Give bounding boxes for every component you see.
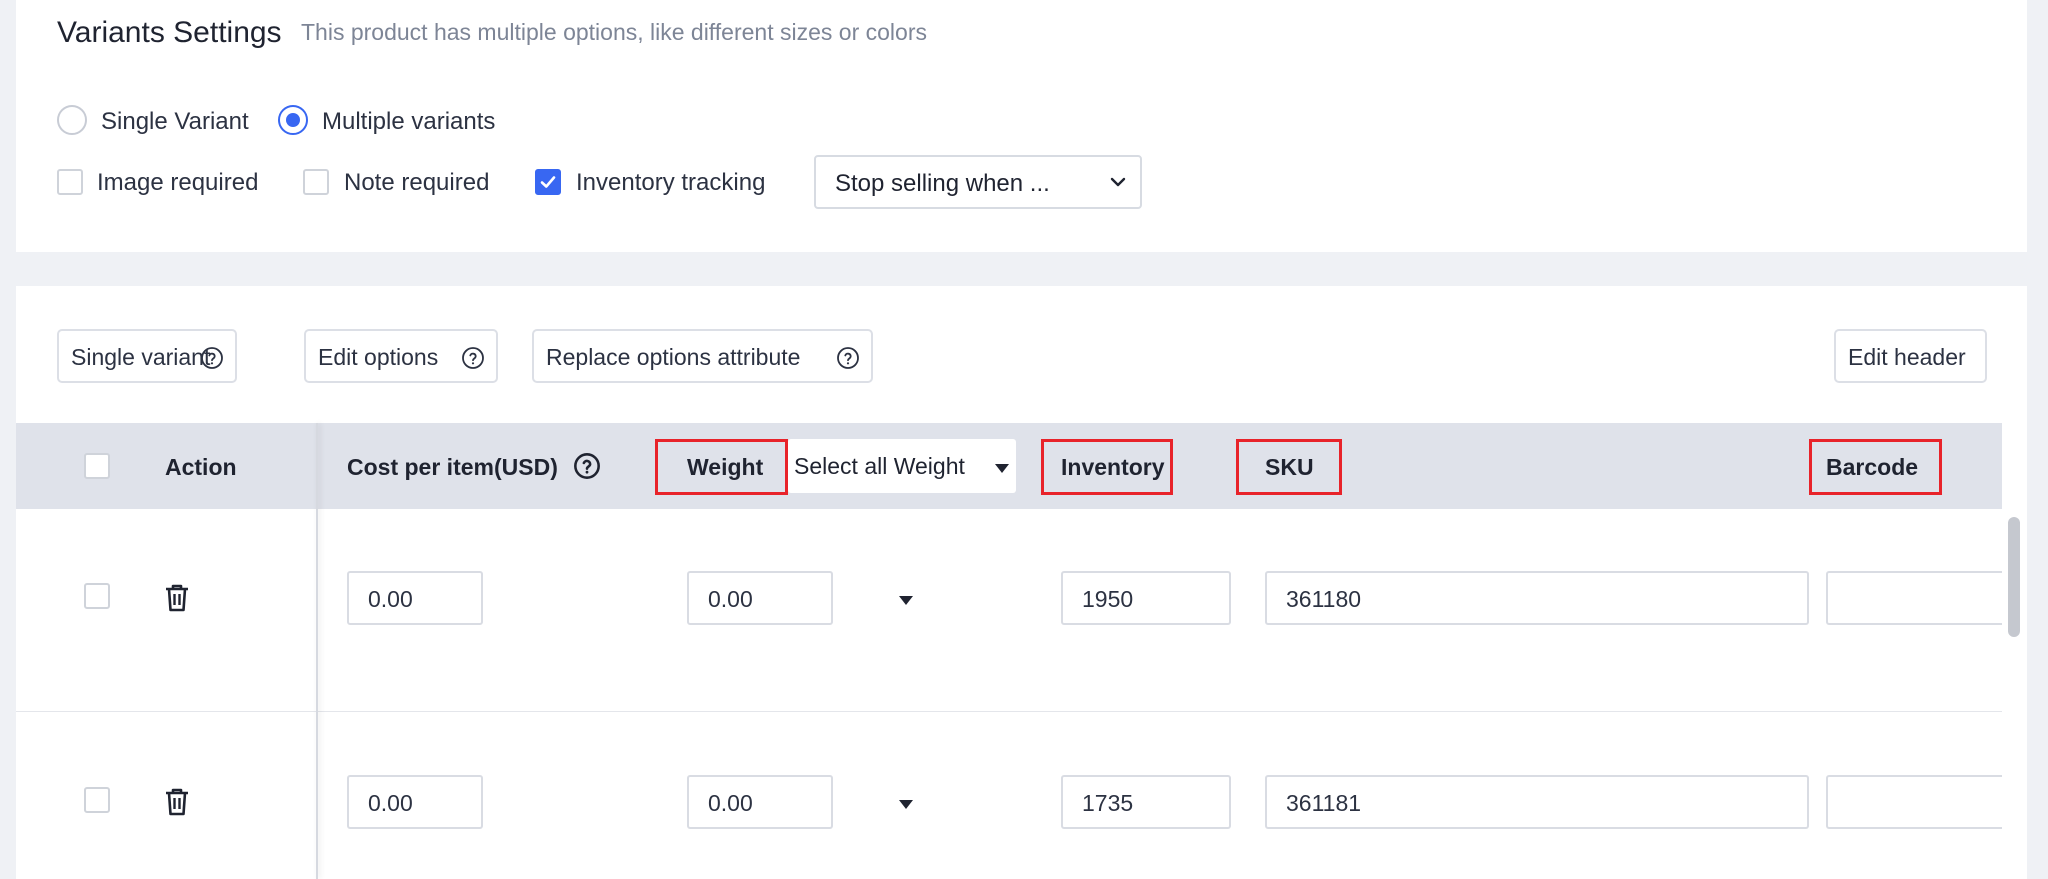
select-all-weight-dropdown[interactable]: Select all Weight [788, 439, 1016, 493]
inventory-policy-select[interactable]: Stop selling when ... [814, 155, 1142, 209]
single-variant-button[interactable]: Single variant [57, 329, 237, 383]
trash-icon[interactable] [164, 787, 190, 817]
single-variant-button-label: Single variant [71, 344, 211, 370]
replace-options-button-label: Replace options attribute [546, 344, 801, 370]
row-select-checkbox[interactable] [84, 787, 110, 813]
edit-header-button[interactable]: Edit header [1834, 329, 1987, 383]
sku-input[interactable]: 361181 [1265, 775, 1809, 829]
table-row: 0.00 0.00 1735 361181 [16, 713, 2016, 879]
column-header-sku: SKU [1265, 454, 1314, 480]
radio-multiple-variants-label[interactable]: Multiple variants [322, 108, 495, 136]
column-header-cost: Cost per item(USD) [347, 454, 558, 480]
table-row: 0.00 0.00 1950 361180 [16, 509, 2016, 712]
column-header-weight: Weight [687, 454, 764, 480]
weight-input[interactable]: 0.00 [687, 775, 833, 829]
note-required-checkbox[interactable] [303, 169, 329, 195]
section-title: Variants Settings [57, 16, 282, 49]
table-header: Action Cost per item(USD) Weight Select … [16, 423, 2002, 509]
checkmark-icon [540, 176, 556, 188]
inventory-input[interactable]: 1735 [1061, 775, 1231, 829]
inventory-tracking-label[interactable]: Inventory tracking [576, 169, 765, 197]
sku-value: 361181 [1286, 790, 1362, 816]
trash-icon[interactable] [164, 583, 190, 613]
sku-input[interactable]: 361180 [1265, 571, 1809, 625]
image-required-label[interactable]: Image required [97, 169, 258, 197]
image-required-checkbox[interactable] [57, 169, 83, 195]
cost-per-item-input[interactable]: 0.00 [347, 571, 483, 625]
chevron-down-icon [1110, 177, 1126, 187]
edit-options-button[interactable]: Edit options [304, 329, 498, 383]
caret-down-icon [995, 464, 1009, 473]
weight-unit-caret-icon[interactable] [899, 800, 913, 809]
fixed-column-divider [316, 423, 318, 879]
replace-options-attribute-button[interactable]: Replace options attribute [532, 329, 873, 383]
help-circle-icon[interactable] [200, 346, 224, 370]
scrollbar-thumb[interactable] [2008, 517, 2020, 637]
help-circle-icon[interactable] [461, 346, 485, 370]
weight-value: 0.00 [708, 586, 753, 612]
inventory-input[interactable]: 1950 [1061, 571, 1231, 625]
edit-options-button-label: Edit options [318, 344, 439, 370]
inventory-policy-value: Stop selling when ... [835, 170, 1050, 197]
help-circle-icon[interactable] [836, 346, 860, 370]
radio-single-variant[interactable] [57, 105, 87, 135]
edit-header-button-label: Edit header [1848, 344, 1966, 370]
sku-value: 361180 [1286, 586, 1362, 612]
column-header-action: Action [165, 454, 237, 480]
inventory-tracking-checkbox[interactable] [535, 169, 561, 195]
cost-value: 0.00 [368, 586, 413, 612]
weight-value: 0.00 [708, 790, 753, 816]
cost-value: 0.00 [368, 790, 413, 816]
table-scrollbar[interactable] [2002, 509, 2027, 879]
column-header-barcode: Barcode [1826, 454, 1919, 480]
weight-unit-caret-icon[interactable] [899, 596, 913, 605]
inventory-value: 1735 [1082, 790, 1134, 816]
note-required-label[interactable]: Note required [344, 169, 489, 197]
radio-single-variant-label[interactable]: Single Variant [101, 108, 249, 136]
barcode-input[interactable] [1826, 775, 2016, 829]
select-all-checkbox[interactable] [84, 453, 110, 479]
help-circle-icon[interactable] [573, 452, 601, 480]
row-select-checkbox[interactable] [84, 583, 110, 609]
variants-settings-card: Variants Settings This product has multi… [16, 0, 2027, 252]
weight-input[interactable]: 0.00 [687, 571, 833, 625]
section-subtitle: This product has multiple options, like … [301, 19, 927, 45]
column-header-inventory: Inventory [1061, 454, 1165, 480]
barcode-input[interactable] [1826, 571, 2016, 625]
cost-per-item-input[interactable]: 0.00 [347, 775, 483, 829]
variants-table-card: Single variant Edit options Replace opti… [16, 286, 2027, 879]
inventory-value: 1950 [1082, 586, 1134, 612]
radio-multiple-variants[interactable] [278, 105, 308, 135]
select-all-weight-label: Select all Weight [794, 453, 965, 479]
